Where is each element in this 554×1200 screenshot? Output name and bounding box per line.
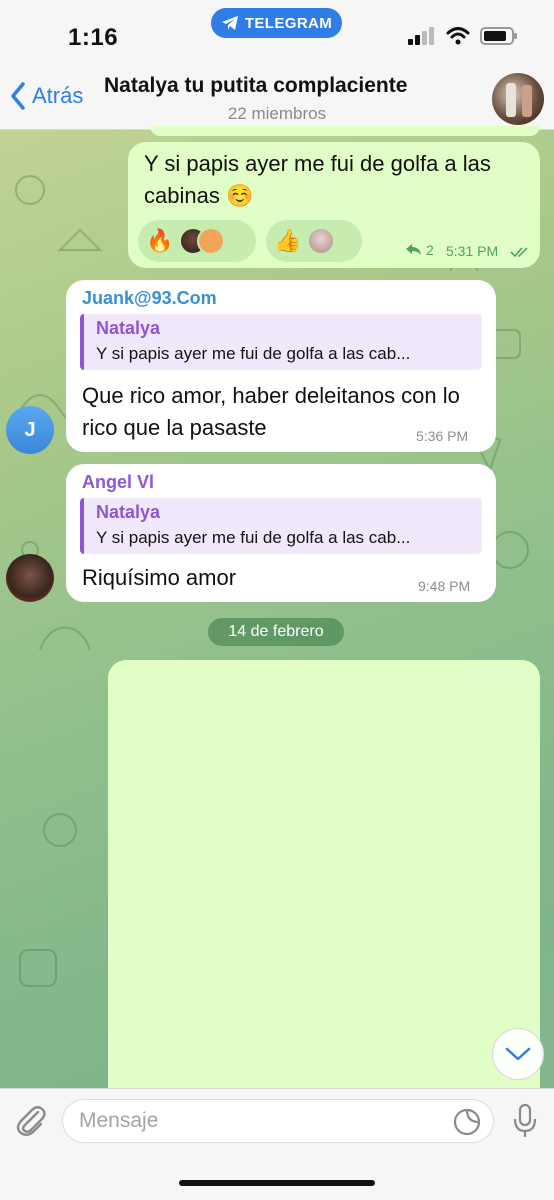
incoming-message-bubble[interactable]: Angel Vl Natalya Y si papis ayer me fui …	[66, 464, 496, 602]
fire-emoji-icon: 🔥	[146, 228, 174, 253]
reactor-avatar	[307, 227, 336, 255]
message-time: 5:31 PM	[446, 243, 499, 259]
previous-message-bubble	[150, 126, 540, 136]
message-field[interactable]	[62, 1099, 494, 1143]
avatar-letter: J	[24, 418, 36, 441]
message-time: 5:36 PM	[416, 428, 469, 444]
chat-member-count: 22 miembros	[227, 104, 327, 123]
chevron-down-icon	[505, 1047, 531, 1061]
sticker-button[interactable]	[453, 1108, 481, 1141]
double-check-icon	[510, 247, 528, 258]
battery-icon	[480, 27, 517, 45]
sender-avatar[interactable]	[6, 554, 54, 602]
chat-title[interactable]: Natalya tu putita complaciente	[104, 74, 407, 98]
thumbs-up-emoji-icon: 👍	[274, 228, 302, 253]
reactor-avatar	[197, 227, 226, 255]
sender-name[interactable]: Juank@93.Com	[82, 288, 217, 309]
reply-preview[interactable]: Natalya Y si papis ayer me fui de golfa …	[80, 498, 482, 554]
reply-arrow-icon	[406, 244, 421, 255]
return-to-app-pill[interactable]: TELEGRAM	[211, 8, 342, 38]
reply-preview[interactable]: Natalya Y si papis ayer me fui de golfa …	[80, 314, 482, 370]
date-separator: 14 de febrero	[208, 618, 344, 646]
reaction-thumbs-up[interactable]: 👍	[266, 220, 362, 262]
sender-avatar[interactable]: J	[6, 406, 54, 454]
reply-snippet: Y si papis ayer me fui de golfa a las ca…	[96, 344, 411, 363]
attach-button[interactable]	[14, 1103, 46, 1142]
cellular-signal-icon	[408, 27, 434, 45]
status-time: 1:16	[68, 24, 119, 51]
outgoing-message-bubble[interactable]: Y si papis ayer me fui de golfa a las ca…	[128, 142, 540, 268]
chat-header: Atrás Natalya tu putita complaciente 22 …	[0, 62, 554, 130]
reply-snippet: Y si papis ayer me fui de golfa a las ca…	[96, 528, 411, 547]
sticker-icon	[453, 1108, 481, 1136]
incoming-message-bubble[interactable]: Juank@93.Com Natalya Y si papis ayer me …	[66, 280, 496, 452]
microphone-icon	[513, 1103, 537, 1137]
app-pill-label: TELEGRAM	[244, 14, 333, 32]
message-time: 9:48 PM	[418, 578, 471, 594]
message-text: Riquísimo amor	[82, 565, 237, 590]
voice-message-button[interactable]	[512, 1103, 538, 1144]
message-text: Y si papis ayer me fui de golfa a las ca…	[144, 151, 491, 208]
wifi-icon	[446, 27, 470, 45]
paperclip-icon	[16, 1106, 46, 1136]
telegram-plane-icon	[221, 16, 238, 30]
outgoing-media-bubble[interactable]	[108, 660, 540, 1090]
group-avatar[interactable]	[492, 73, 544, 125]
reply-author: Natalya	[96, 502, 161, 522]
reaction-fire[interactable]: 🔥	[138, 220, 256, 262]
scroll-to-bottom-button[interactable]	[492, 1028, 544, 1080]
reply-count[interactable]: 2	[406, 242, 434, 258]
reply-count-label: 2	[426, 242, 434, 258]
reply-author: Natalya	[96, 318, 161, 338]
sender-name[interactable]: Angel Vl	[82, 472, 154, 493]
status-bar: 1:16 TELEGRAM	[0, 0, 554, 62]
message-input[interactable]	[79, 1100, 439, 1142]
home-indicator[interactable]	[179, 1180, 375, 1186]
